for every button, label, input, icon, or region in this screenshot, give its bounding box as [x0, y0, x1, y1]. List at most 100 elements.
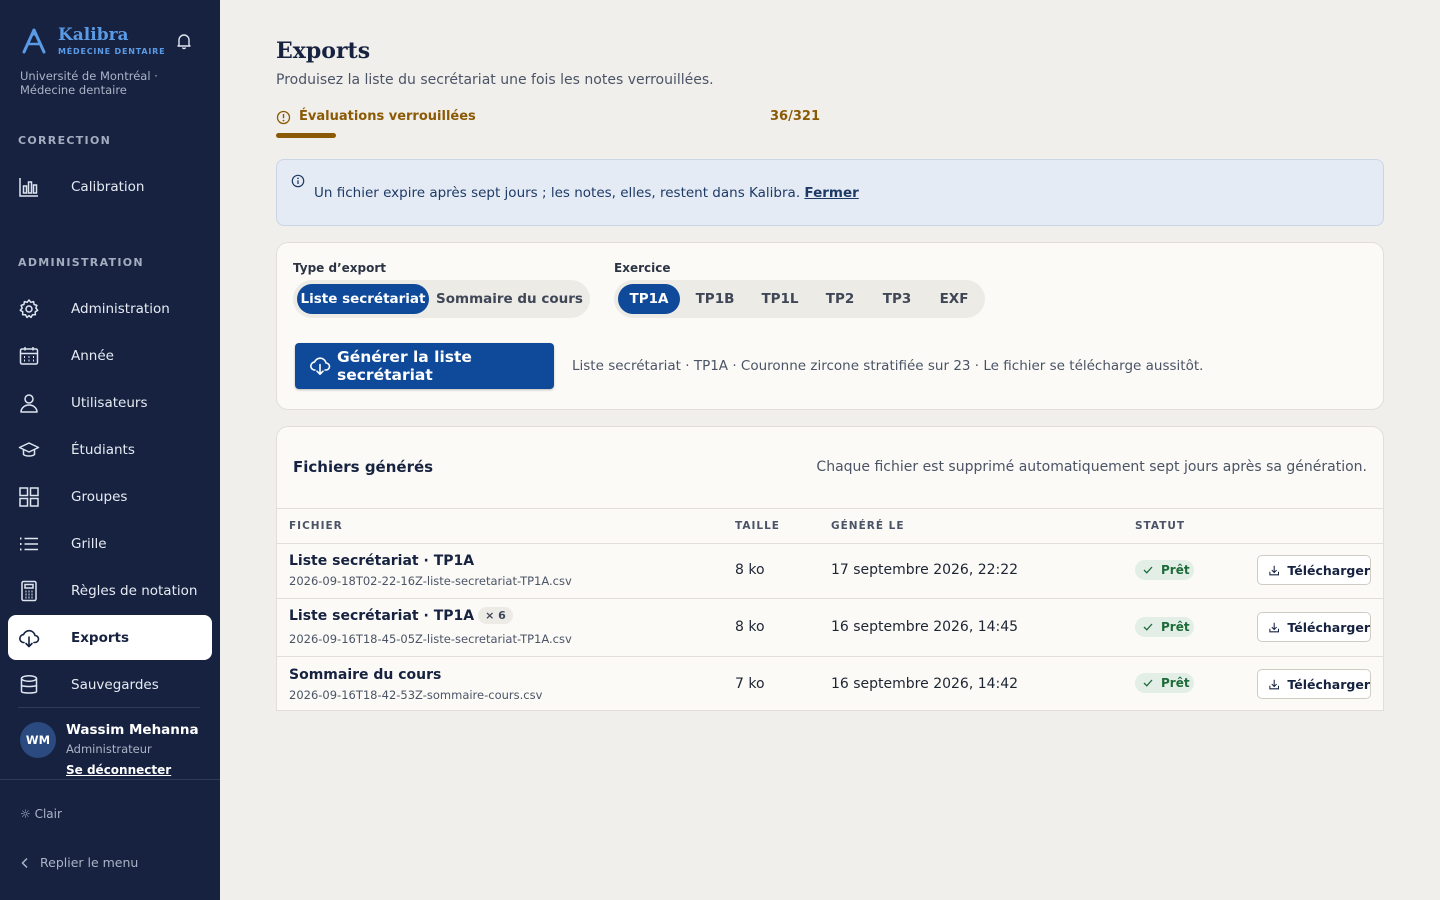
status-badge-label: Prêt [1161, 676, 1190, 690]
table-header: FICHIER TAILLE GÉNÉRÉ LE STATUT [277, 508, 1383, 544]
check-icon [1143, 566, 1153, 574]
table-row: Sommaire du cours 2026-09-16T18-42-53Z-s… [277, 657, 1383, 710]
bell-icon[interactable] [175, 32, 193, 50]
column-header-size: TAILLE [735, 520, 780, 532]
sidebar-item-label: Grille [71, 535, 107, 552]
export-type-selector: Liste secrétariat Sommaire du cours [293, 280, 590, 318]
file-name: Liste secrétariat · TP1A [289, 553, 474, 569]
file-path: 2026-09-16T18-45-05Z-liste-secretariat-T… [289, 632, 572, 646]
locked-evaluations-progress-bar [276, 133, 336, 138]
exercise-option[interactable]: TP3 [870, 284, 924, 314]
list-icon [20, 537, 38, 551]
locked-evaluations-label: Évaluations verrouillées [299, 109, 476, 124]
info-icon [291, 174, 305, 188]
export-type-option[interactable]: Sommaire du cours [433, 284, 586, 314]
download-icon [1269, 679, 1280, 689]
exercise-option[interactable]: EXF [928, 284, 980, 314]
theme-toggle[interactable]: ☼ Clair [20, 807, 62, 821]
sidebar: Kalibra MÉDECINE DENTAIRE Université de … [0, 0, 220, 900]
sidebar-item-label: Exports [71, 629, 130, 646]
file-date: 16 septembre 2026, 14:45 [831, 619, 1019, 635]
info-banner-text: Un fichier expire après sept jours ; les… [314, 185, 859, 201]
file-size: 8 ko [735, 619, 765, 635]
file-path: 2026-09-16T18-42-53Z-sommaire-cours.csv [289, 688, 543, 702]
download-icon [1269, 565, 1280, 575]
sidebar-item-sauvegardes[interactable]: Sauvegardes [8, 662, 212, 707]
sidebar-item-exports[interactable]: Exports [8, 615, 212, 660]
download-button-label: Télécharger [1287, 676, 1370, 692]
table-row: Liste secrétariat · TP1A × 6 2026-09-16T1… [277, 599, 1383, 657]
kalibra-logo-icon [22, 28, 46, 54]
page-subtitle: Produisez la liste du secrétariat une fo… [276, 72, 714, 88]
download-button[interactable]: Télécharger [1257, 555, 1371, 585]
user-role: Administrateur [66, 742, 152, 756]
info-banner-message: Un fichier expire après sept jours ; les… [314, 185, 805, 201]
organization-line-2: Médecine dentaire [20, 83, 127, 97]
sidebar-item-label: Groupes [71, 488, 128, 505]
calculator-icon [21, 580, 37, 602]
download-button[interactable]: Télécharger [1257, 669, 1371, 699]
sidebar-item-label: Étudiants [71, 441, 135, 458]
status-badge: Prêt [1135, 617, 1194, 637]
alert-circle-icon [276, 110, 291, 125]
bar-chart-icon [19, 178, 38, 197]
status-badge: Prêt [1135, 673, 1194, 693]
sidebar-item-administration[interactable]: Administration [8, 286, 212, 331]
calendar-icon [19, 347, 39, 365]
column-header-generated: GÉNÉRÉ LE [831, 520, 905, 532]
download-button[interactable]: Télécharger [1257, 612, 1371, 642]
sidebar-item-annee[interactable]: Année [8, 333, 212, 378]
grid-icon [19, 487, 39, 507]
file-size: 7 ko [735, 676, 765, 692]
status-badge-label: Prêt [1161, 563, 1190, 577]
sidebar-item-label: Règles de notation [71, 582, 198, 599]
locked-evaluations-progress: Évaluations verrouillées 36/321 [276, 109, 820, 139]
logout-link[interactable]: Se déconnecter [66, 763, 171, 777]
exercise-option[interactable]: TP1L [750, 284, 810, 314]
generate-export-button[interactable]: Générer la liste secrétariat [295, 343, 554, 389]
file-name-text: Sommaire du cours [289, 667, 442, 683]
table-row: Liste secrétariat · TP1A 2026-09-18T02-2… [277, 543, 1383, 599]
database-icon [20, 674, 38, 694]
brand[interactable]: Kalibra MÉDECINE DENTAIRE [20, 26, 165, 56]
brand-subtitle: MÉDECINE DENTAIRE [58, 47, 166, 56]
status-badge-label: Prêt [1161, 620, 1190, 634]
exercise-option[interactable]: TP1B [684, 284, 746, 314]
file-name-text: Liste secrétariat · TP1A [289, 607, 475, 624]
sidebar-item-label: Année [71, 347, 114, 364]
sidebar-item-regles-de-notation[interactable]: Règles de notation [8, 568, 212, 613]
file-name: Sommaire du cours [289, 667, 441, 683]
generate-export-description: Liste secrétariat · TP1A · Couronne zirc… [572, 358, 1204, 374]
sidebar-divider [18, 707, 200, 708]
organization-line-1: Université de Montréal · [20, 69, 158, 83]
user-name: Wassim Mehanna [66, 722, 199, 738]
file-date: 17 septembre 2026, 22:22 [831, 562, 1019, 578]
locked-evaluations-count: 36/321 [770, 109, 820, 124]
export-options-card: Type d’export Liste secrétariat Sommaire… [276, 242, 1384, 410]
file-name: Liste secrétariat · TP1A × 6 [289, 607, 513, 624]
brand-name: Kalibra [58, 25, 129, 45]
sidebar-item-grille[interactable]: Grille [8, 521, 212, 566]
column-header-file: FICHIER [289, 520, 343, 532]
sidebar-item-label: Calibration [71, 178, 145, 195]
dismiss-info-link[interactable]: Fermer [804, 185, 858, 201]
exercise-option[interactable]: TP1A [618, 284, 680, 314]
exercise-option[interactable]: TP2 [814, 284, 866, 314]
generated-files-card: Fichiers générés Chaque fichier est supp… [276, 426, 1384, 711]
sidebar-item-utilisateurs[interactable]: Utilisateurs [8, 380, 212, 425]
export-type-option[interactable]: Liste secrétariat [297, 284, 429, 314]
status-badge: Prêt [1135, 560, 1194, 580]
download-button-label: Télécharger [1287, 619, 1370, 635]
sidebar-item-calibration[interactable]: Calibration [8, 164, 212, 209]
collapse-menu-button[interactable]: Replier le menu [20, 855, 138, 870]
section-label-administration: ADMINISTRATION [18, 256, 144, 269]
sidebar-item-etudiants[interactable]: Étudiants [8, 427, 212, 472]
download-button-label: Télécharger [1287, 562, 1370, 578]
section-label-correction: CORRECTION [18, 134, 112, 147]
sidebar-item-groupes[interactable]: Groupes [8, 474, 212, 519]
cloud-download-icon [310, 357, 331, 375]
organization-name: Université de Montréal · Médecine dentai… [20, 69, 200, 97]
generate-export-label: Générer la liste secrétariat [337, 348, 472, 384]
chevron-left-icon [21, 857, 28, 868]
export-type-label: Type d’export [293, 261, 387, 275]
